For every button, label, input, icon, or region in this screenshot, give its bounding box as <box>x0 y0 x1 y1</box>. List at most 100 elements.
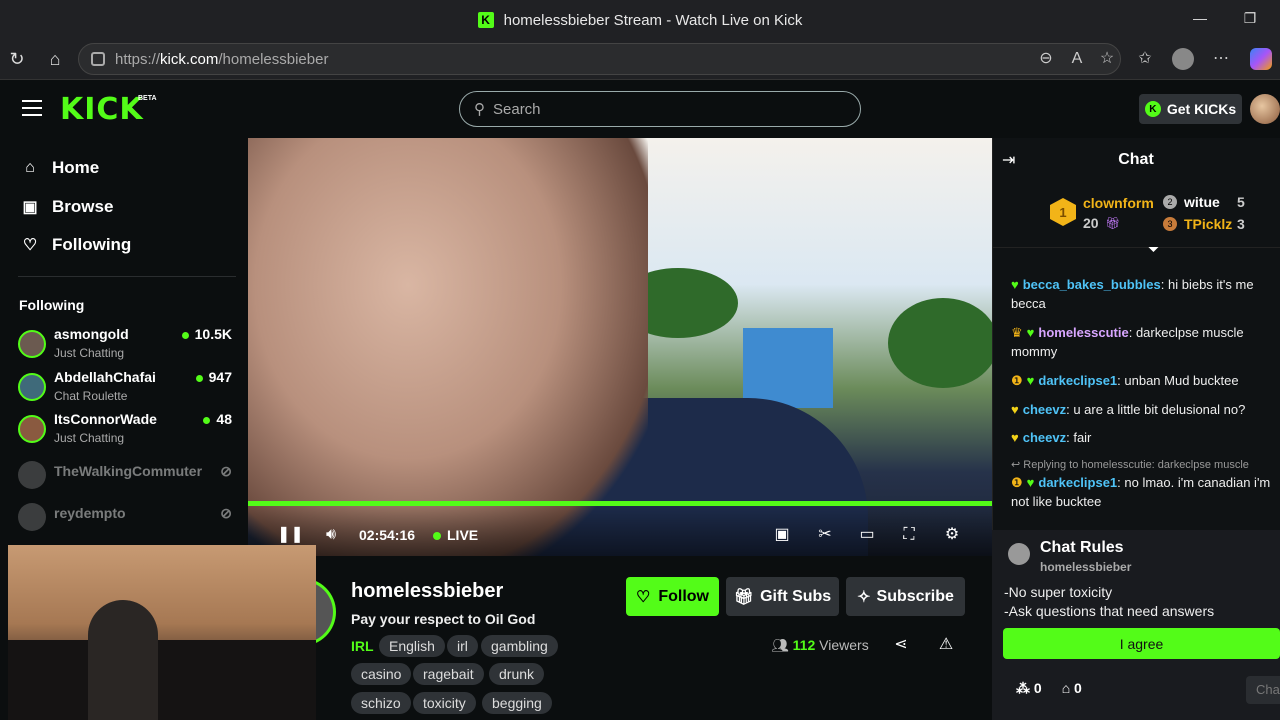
chat-input[interactable]: Cha <box>1246 676 1280 704</box>
stream-category[interactable]: IRL <box>351 638 374 654</box>
follow-label: Follow <box>658 587 709 605</box>
menu-icon[interactable] <box>22 100 42 116</box>
url-prefix: https:// <box>115 50 161 68</box>
chat-username[interactable]: becca_bakes_bubbles <box>1023 277 1161 292</box>
gift-subs-button[interactable]: 🎁︎ Gift Subs <box>726 577 839 616</box>
video-player[interactable] <box>248 138 992 556</box>
stream-tag[interactable]: schizo <box>351 692 411 714</box>
stream-tag[interactable]: casino <box>351 663 412 685</box>
chat-username[interactable]: darkeclipse1 <box>1038 475 1117 490</box>
store-icon: ⌂ <box>1061 680 1071 696</box>
get-kicks-button[interactable]: K Get KICKs <box>1139 94 1242 124</box>
channel-name: AbdellahChafai <box>54 369 156 385</box>
browse-icon: ▣ <box>22 199 38 216</box>
restore-icon[interactable]: ❐ <box>1240 10 1260 30</box>
followed-channel[interactable]: ItsConnorWade Just Chatting 48 <box>18 411 232 453</box>
report-icon[interactable]: ⚠ <box>935 634 957 656</box>
favorite-star-icon[interactable]: ☆ <box>1096 48 1118 70</box>
fullscreen-icon[interactable]: ⛶ <box>898 524 920 546</box>
sidebar-label: Browse <box>52 197 114 216</box>
video-scene <box>888 298 992 388</box>
leader-name[interactable]: TPicklz <box>1184 216 1232 232</box>
chat-rule: -Ask questions that need answers <box>1004 603 1215 619</box>
avatar <box>1008 543 1030 565</box>
clip-icon[interactable]: ✂ <box>814 524 836 546</box>
followed-channel[interactable]: asmongold Just Chatting 10.5K <box>18 326 232 368</box>
chat-footer: ⁂ 0 ⌂ 0 <box>1016 680 1082 697</box>
viewers-label: Viewers <box>819 637 869 653</box>
chat-username[interactable]: cheevz <box>1023 430 1066 445</box>
stream-tag[interactable]: begging <box>482 692 552 714</box>
home-browser-icon[interactable]: ⌂ <box>43 47 67 71</box>
followed-channel[interactable]: reydempto ⊘ <box>18 499 232 541</box>
profile-icon[interactable] <box>1172 48 1194 70</box>
badge-heart-icon: ♥ <box>1011 430 1019 445</box>
stream-tag[interactable]: English <box>379 635 445 657</box>
chat-message: ❶ ♥ darkeclipse1: unban Mud bucktee <box>1011 373 1239 388</box>
streamer-name[interactable]: homelessbieber <box>351 580 503 603</box>
subscribe-button[interactable]: ✧ Subscribe <box>846 577 965 616</box>
copilot-icon[interactable] <box>1250 48 1272 70</box>
stream-tag[interactable]: irl <box>447 635 478 657</box>
stream-title: Pay your respect to Oil God <box>351 611 536 627</box>
store-balance[interactable]: ⌂ 0 <box>1062 680 1082 697</box>
search-input[interactable]: ⚲ Search <box>459 91 861 127</box>
sidebar-item-following[interactable]: ♡ Following <box>20 233 132 257</box>
volume-icon[interactable]: 🔊︎ <box>320 524 342 546</box>
sidebar-label: Home <box>52 158 100 177</box>
sidebar-item-browse[interactable]: ▣ Browse <box>20 195 113 219</box>
avatar <box>18 330 46 358</box>
offline-icon: ⊘ <box>220 463 232 479</box>
heart-icon: ♡ <box>636 588 651 606</box>
store-count: 0 <box>1074 680 1082 696</box>
subscribe-label: Subscribe <box>876 587 954 605</box>
share-icon[interactable]: ⋖ <box>890 634 912 656</box>
stream-tag[interactable]: gambling <box>481 635 558 657</box>
site-info-icon[interactable] <box>91 52 105 66</box>
live-indicator[interactable]: LIVE <box>433 527 478 543</box>
kicks-balance[interactable]: ⁂ 0 <box>1016 680 1042 697</box>
chat-username[interactable]: cheevz <box>1023 402 1066 417</box>
avatar <box>18 373 46 401</box>
gifter-badge-icon: ❶ <box>1011 373 1023 388</box>
chat-header: Chat <box>1118 151 1154 168</box>
viewers-number: 112 <box>792 637 816 653</box>
theater-mode-icon[interactable]: ▭ <box>856 524 878 546</box>
sparkle-icon: ✧ <box>857 588 871 606</box>
search-placeholder: Search <box>493 100 541 118</box>
mini-player-icon[interactable]: ▣ <box>771 524 793 546</box>
minimize-icon[interactable]: — <box>1190 10 1210 30</box>
sidebar-label: Following <box>52 235 132 254</box>
zoom-icon[interactable]: ⊖ <box>1035 48 1057 70</box>
refresh-icon[interactable]: ↻ <box>5 47 29 71</box>
stream-tag[interactable]: drunk <box>489 663 545 685</box>
followed-channel[interactable]: AbdellahChafai Chat Roulette 947 <box>18 369 232 411</box>
viewer-count: 👥︎ 112 Viewers <box>771 637 869 654</box>
settings-gear-icon[interactable]: ⚙ <box>941 524 963 546</box>
follow-button[interactable]: ♡ Follow <box>626 577 719 616</box>
agree-button[interactable]: I agree <box>1003 628 1280 659</box>
gifter-badge-icon: ❶ <box>1011 475 1023 490</box>
get-kicks-label: Get KICKs <box>1166 101 1237 117</box>
url-bar[interactable]: https://kick.com/homelessbieber <box>78 43 1121 75</box>
pause-icon[interactable]: ❚❚ <box>277 524 304 546</box>
url-path: /homelessbieber <box>218 50 329 68</box>
sidebar-item-home[interactable]: ⌂ Home <box>20 156 99 180</box>
leader-name[interactable]: clownform <box>1083 195 1154 211</box>
video-scene <box>248 138 648 556</box>
leader-name[interactable]: witue <box>1184 194 1220 210</box>
favorites-icon[interactable]: ✩ <box>1134 48 1156 70</box>
stream-tag[interactable]: toxicity <box>413 692 476 714</box>
kick-logo[interactable]: KICK <box>60 92 144 127</box>
followed-channel[interactable]: TheWalkingCommuter ⊘ <box>18 457 232 499</box>
chat-username[interactable]: darkeclipse1 <box>1038 373 1117 388</box>
expand-leaderboard-icon[interactable]: ⏷ <box>1148 241 1159 258</box>
more-menu-icon[interactable]: ⋯ <box>1210 48 1232 70</box>
read-aloud-icon[interactable]: A <box>1066 48 1088 70</box>
user-avatar[interactable] <box>1250 94 1280 124</box>
channel-name: TheWalkingCommuter <box>54 463 203 479</box>
leader-count: 5 <box>1237 194 1245 210</box>
stream-tag[interactable]: ragebait <box>413 663 484 685</box>
video-scene <box>743 328 833 408</box>
chat-username[interactable]: homelesscutie <box>1038 325 1128 340</box>
